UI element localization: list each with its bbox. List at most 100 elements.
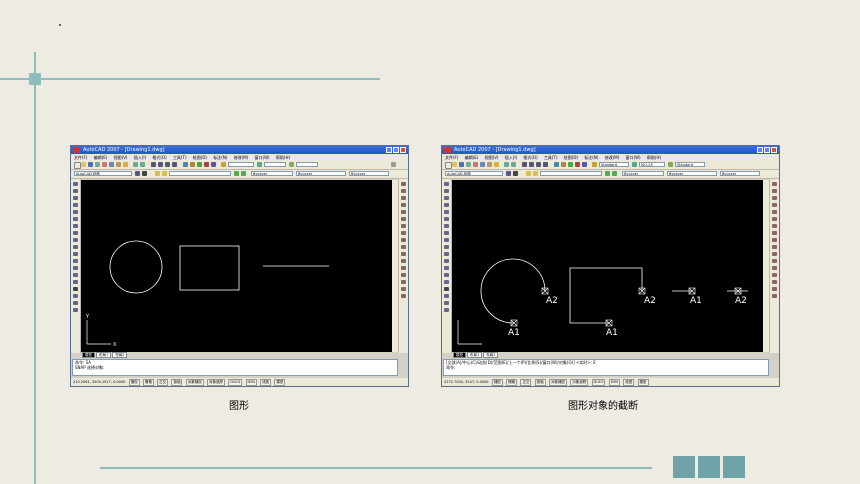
table-icon[interactable] (73, 301, 78, 305)
multiline-text-icon[interactable] (444, 308, 449, 312)
ellipse-icon[interactable] (444, 245, 449, 249)
color-combo[interactable]: ByLayer (251, 171, 293, 176)
menu-draw[interactable]: 绘图(D) (564, 155, 578, 160)
lineweight-combo[interactable]: ByLayer (720, 171, 760, 176)
layer-state-icon[interactable] (155, 171, 160, 176)
layer-freeze-icon[interactable] (533, 171, 538, 176)
design-center-icon[interactable] (190, 162, 195, 167)
sheet-set-icon[interactable] (575, 162, 580, 167)
tool-palettes-icon[interactable] (197, 162, 202, 167)
menu-dimension[interactable]: 标注(N) (584, 155, 598, 160)
workspace-combo[interactable]: AutoCAD 经典 (445, 171, 503, 176)
linetype-combo[interactable]: ByLayer (667, 171, 717, 176)
polar-toggle[interactable]: 极轴 (534, 379, 546, 386)
dyn-toggle[interactable]: DYN (608, 379, 620, 386)
line-tool-icon[interactable] (73, 182, 78, 186)
copy-icon[interactable] (109, 162, 114, 167)
menu-window[interactable]: 窗口(W) (255, 155, 270, 160)
arc-icon[interactable] (73, 217, 78, 221)
lineweight-combo[interactable]: ByLayer (349, 171, 389, 176)
layer-freeze-icon[interactable] (162, 171, 167, 176)
ortho-toggle[interactable]: 正交 (520, 379, 532, 386)
layer-manager-icon[interactable] (513, 171, 518, 176)
workspace-settings-icon[interactable] (135, 171, 140, 176)
lineweight-toggle[interactable]: 线宽 (260, 379, 272, 386)
open-icon[interactable] (81, 162, 86, 167)
grid-toggle[interactable]: 栅格 (506, 379, 518, 386)
point-icon[interactable] (444, 273, 449, 277)
rectangle-shape[interactable] (179, 245, 240, 291)
zoom-realtime-icon[interactable] (158, 162, 163, 167)
model-toggle[interactable]: 模型 (637, 379, 649, 386)
scale-icon[interactable] (401, 231, 406, 235)
chamfer-icon[interactable] (401, 280, 406, 284)
fillet-icon[interactable] (401, 287, 406, 291)
ellipse-icon[interactable] (73, 245, 78, 249)
broken-rectangle-polyline[interactable] (569, 267, 643, 324)
ducs-toggle[interactable]: DUCS (228, 379, 243, 386)
extend-icon[interactable] (401, 252, 406, 256)
command-prompt-line[interactable]: 命令: (444, 365, 768, 370)
region-icon[interactable] (444, 294, 449, 298)
pan-icon[interactable] (522, 162, 527, 167)
offset-icon[interactable] (401, 203, 406, 207)
copy-icon[interactable] (480, 162, 485, 167)
join-icon[interactable] (401, 273, 406, 277)
trim-icon[interactable] (772, 245, 777, 249)
table-style-icon[interactable] (289, 162, 294, 167)
title-bar[interactable]: AutoCAD 2007 - [Drawing1.dwg] (71, 146, 408, 154)
tab-layout1[interactable]: 布局1 (96, 352, 112, 358)
menu-dimension[interactable]: 标注(N) (213, 155, 227, 160)
join-icon[interactable] (772, 273, 777, 277)
menu-format[interactable]: 格式(O) (152, 155, 166, 160)
polygon-icon[interactable] (444, 203, 449, 207)
menu-edit[interactable]: 编辑(E) (94, 155, 108, 160)
construction-line-icon[interactable] (444, 189, 449, 193)
open-icon[interactable] (452, 162, 457, 167)
point-icon[interactable] (73, 273, 78, 277)
zoom-realtime-icon[interactable] (529, 162, 534, 167)
erase-icon[interactable] (401, 182, 406, 186)
polyline-icon[interactable] (444, 196, 449, 200)
menu-tools[interactable]: 工具(T) (173, 155, 187, 160)
redo-icon[interactable] (140, 162, 145, 167)
make-block-icon[interactable] (444, 266, 449, 270)
explode-icon[interactable] (401, 294, 406, 298)
polyline-icon[interactable] (73, 196, 78, 200)
dim-style-combo[interactable] (264, 162, 286, 167)
rotate-icon[interactable] (401, 224, 406, 228)
region-icon[interactable] (73, 294, 78, 298)
text-style-combo[interactable] (228, 162, 254, 167)
menu-view[interactable]: 视图(V) (114, 155, 128, 160)
print-icon[interactable] (95, 162, 100, 167)
circle-icon[interactable] (73, 224, 78, 228)
make-current-layer-icon[interactable] (605, 171, 610, 176)
spline-icon[interactable] (73, 238, 78, 242)
erase-icon[interactable] (772, 182, 777, 186)
menu-view[interactable]: 视图(V) (485, 155, 499, 160)
undo-icon[interactable] (133, 162, 138, 167)
menu-file[interactable]: 文件(F) (74, 155, 87, 160)
layer-manager-icon[interactable] (142, 171, 147, 176)
workspace-combo[interactable]: AutoCAD 经典 (74, 171, 132, 176)
table-style-combo[interactable] (296, 162, 318, 167)
new-icon[interactable] (74, 162, 81, 169)
redo-icon[interactable] (511, 162, 516, 167)
cut-icon[interactable] (102, 162, 107, 167)
move-icon[interactable] (401, 217, 406, 221)
mirror-icon[interactable] (772, 196, 777, 200)
zoom-window-icon[interactable] (165, 162, 170, 167)
arc-icon[interactable] (444, 217, 449, 221)
rectangle-icon[interactable] (444, 210, 449, 214)
undo-icon[interactable] (504, 162, 509, 167)
zoom-window-icon[interactable] (536, 162, 541, 167)
fillet-icon[interactable] (772, 287, 777, 291)
rectangle-icon[interactable] (73, 210, 78, 214)
menu-help[interactable]: 帮助(H) (276, 155, 290, 160)
text-style-combo[interactable]: Standard (599, 162, 629, 167)
table-icon[interactable] (444, 301, 449, 305)
layer-previous-icon[interactable] (241, 171, 246, 176)
break-at-point-icon[interactable] (772, 259, 777, 263)
menu-insert[interactable]: 插入(I) (134, 155, 146, 160)
paste-icon[interactable] (116, 162, 121, 167)
